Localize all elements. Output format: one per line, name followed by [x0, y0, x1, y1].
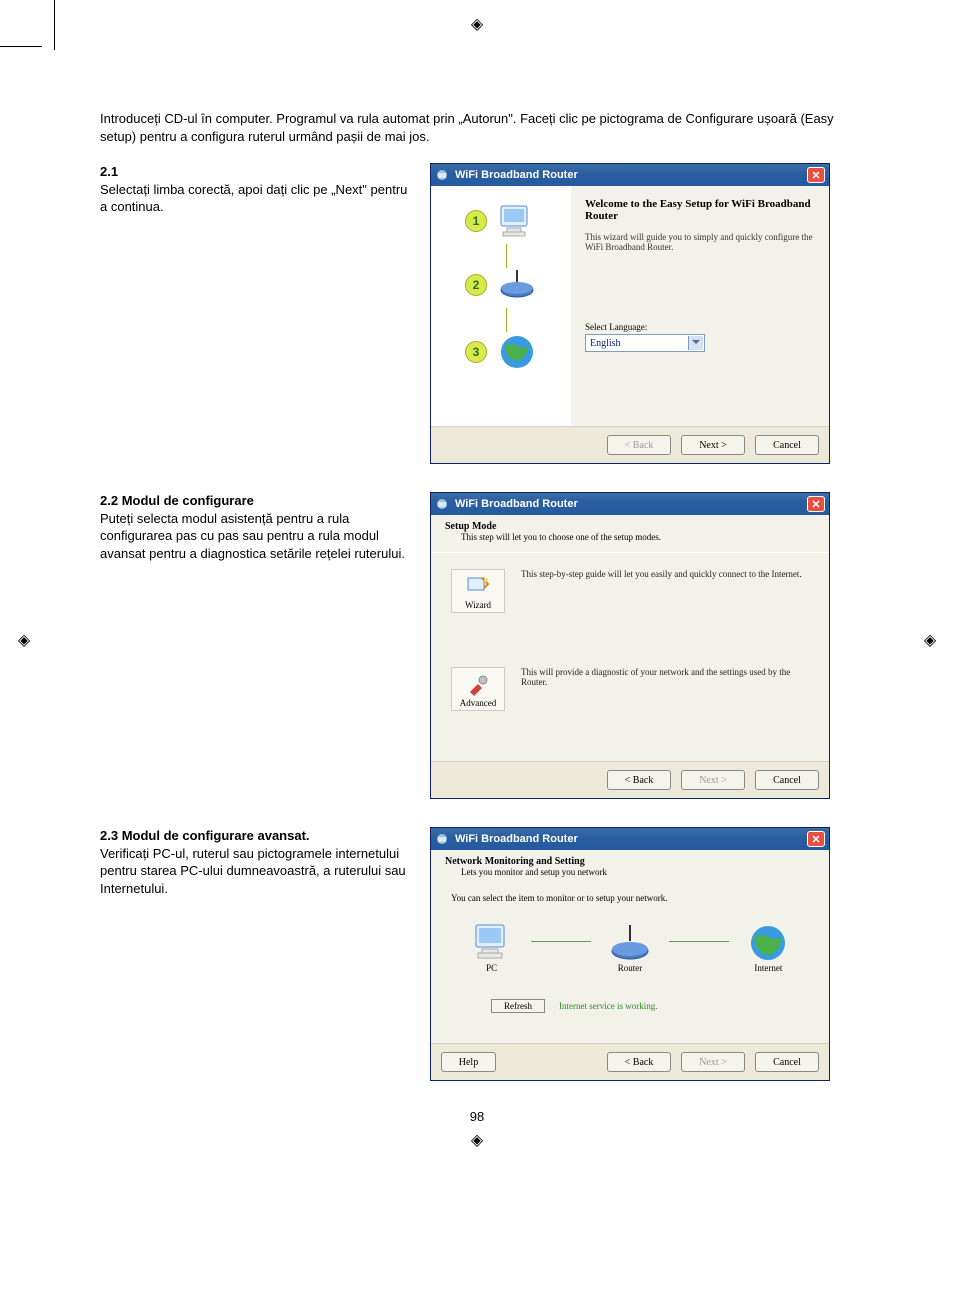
- router-icon: [497, 268, 537, 302]
- section-title: Modul de configurare: [122, 493, 254, 508]
- crop-mark: [54, 0, 55, 50]
- network-instruction: You can select the item to monitor or to…: [431, 883, 829, 913]
- help-button[interactable]: Help: [441, 1052, 496, 1072]
- back-button[interactable]: < Back: [607, 770, 671, 790]
- titlebar: WiFi Broadband Router ✕: [431, 828, 829, 850]
- router-icon: [608, 923, 652, 963]
- registration-mark-icon: ◈: [467, 14, 487, 34]
- intro-paragraph: Introduceți CD-ul în computer. Programul…: [100, 110, 854, 145]
- setup-mode-title: Setup Mode: [445, 521, 815, 532]
- internet-item[interactable]: Internet: [746, 923, 790, 973]
- connection-line: [669, 941, 729, 942]
- app-icon: [435, 832, 449, 846]
- app-icon: [435, 168, 449, 182]
- next-button[interactable]: Next >: [681, 1052, 745, 1072]
- globe-icon: [497, 332, 537, 372]
- network-header-title: Network Monitoring and Setting: [445, 856, 815, 867]
- select-language-label: Select Language:: [585, 322, 815, 332]
- next-button[interactable]: Next >: [681, 770, 745, 790]
- pc-label: PC: [470, 963, 514, 973]
- section-number: 2.1: [100, 164, 118, 179]
- wizard-steps-panel: 1 2 3: [431, 186, 571, 426]
- section-number: 2.3: [100, 828, 118, 843]
- close-button[interactable]: ✕: [807, 167, 825, 183]
- advanced-mode-desc: This will provide a diagnostic of your n…: [521, 667, 809, 687]
- window-title: WiFi Broadband Router: [455, 833, 807, 845]
- language-dropdown[interactable]: English: [585, 334, 705, 352]
- page-number: 98: [100, 1109, 854, 1124]
- window-title: WiFi Broadband Router: [455, 498, 807, 510]
- advanced-mode-button[interactable]: Advanced: [451, 667, 505, 711]
- welcome-subtitle: This wizard will guide you to simply and…: [585, 232, 815, 252]
- wizard-icon: [464, 574, 492, 600]
- setup-mode-subtitle: This step will let you to choose one of …: [461, 532, 815, 542]
- pc-item[interactable]: PC: [470, 923, 514, 973]
- registration-mark-icon: ◈: [14, 630, 34, 650]
- pc-icon: [470, 923, 514, 963]
- close-button[interactable]: ✕: [807, 831, 825, 847]
- pc-icon: [497, 204, 537, 238]
- cancel-button[interactable]: Cancel: [755, 770, 819, 790]
- cancel-button[interactable]: Cancel: [755, 435, 819, 455]
- section-body: Verificați PC-ul, ruterul sau pictograme…: [100, 845, 416, 898]
- chevron-down-icon: [692, 340, 700, 344]
- tools-icon: [464, 672, 492, 698]
- step-badge-1: 1: [465, 210, 487, 232]
- back-button[interactable]: < Back: [607, 435, 671, 455]
- wizard-window-2: WiFi Broadband Router ✕ Setup Mode This …: [430, 492, 830, 799]
- app-icon: [435, 497, 449, 511]
- step-connector: [506, 308, 507, 332]
- wizard-mode-desc: This step-by-step guide will let you eas…: [521, 569, 809, 579]
- wizard-mode-label: Wizard: [465, 600, 491, 610]
- titlebar: WiFi Broadband Router ✕: [431, 493, 829, 515]
- window-title: WiFi Broadband Router: [455, 169, 807, 181]
- network-header-subtitle: Lets you monitor and setup you network: [461, 867, 815, 877]
- wizard-window-3: WiFi Broadband Router ✕ Network Monitori…: [430, 827, 830, 1081]
- section-body: Puteți selecta modul asistență pentru a …: [100, 510, 416, 563]
- registration-mark-icon: ◈: [920, 630, 940, 650]
- section-number: 2.2: [100, 493, 118, 508]
- step-connector: [506, 244, 507, 268]
- language-value: English: [590, 338, 621, 349]
- step-badge-3: 3: [465, 341, 487, 363]
- next-button[interactable]: Next >: [681, 435, 745, 455]
- status-text: Internet service is working.: [559, 1001, 657, 1011]
- advanced-mode-label: Advanced: [460, 698, 496, 708]
- titlebar: WiFi Broadband Router ✕: [431, 164, 829, 186]
- crop-mark: [0, 46, 42, 47]
- router-item[interactable]: Router: [608, 923, 652, 973]
- section-body: Selectați limba corectă, apoi dați clic …: [100, 181, 416, 216]
- section-title: Modul de configurare avansat.: [122, 828, 310, 843]
- router-label: Router: [608, 963, 652, 973]
- registration-mark-icon: ◈: [467, 1130, 487, 1150]
- connection-line: [531, 941, 591, 942]
- cancel-button[interactable]: Cancel: [755, 1052, 819, 1072]
- welcome-title: Welcome to the Easy Setup for WiFi Broad…: [585, 198, 815, 222]
- wizard-mode-button[interactable]: Wizard: [451, 569, 505, 613]
- globe-icon: [746, 923, 790, 963]
- internet-label: Internet: [746, 963, 790, 973]
- step-badge-2: 2: [465, 274, 487, 296]
- back-button[interactable]: < Back: [607, 1052, 671, 1072]
- close-button[interactable]: ✕: [807, 496, 825, 512]
- refresh-button[interactable]: Refresh: [491, 999, 545, 1013]
- wizard-window-1: WiFi Broadband Router ✕ 1 2: [430, 163, 830, 464]
